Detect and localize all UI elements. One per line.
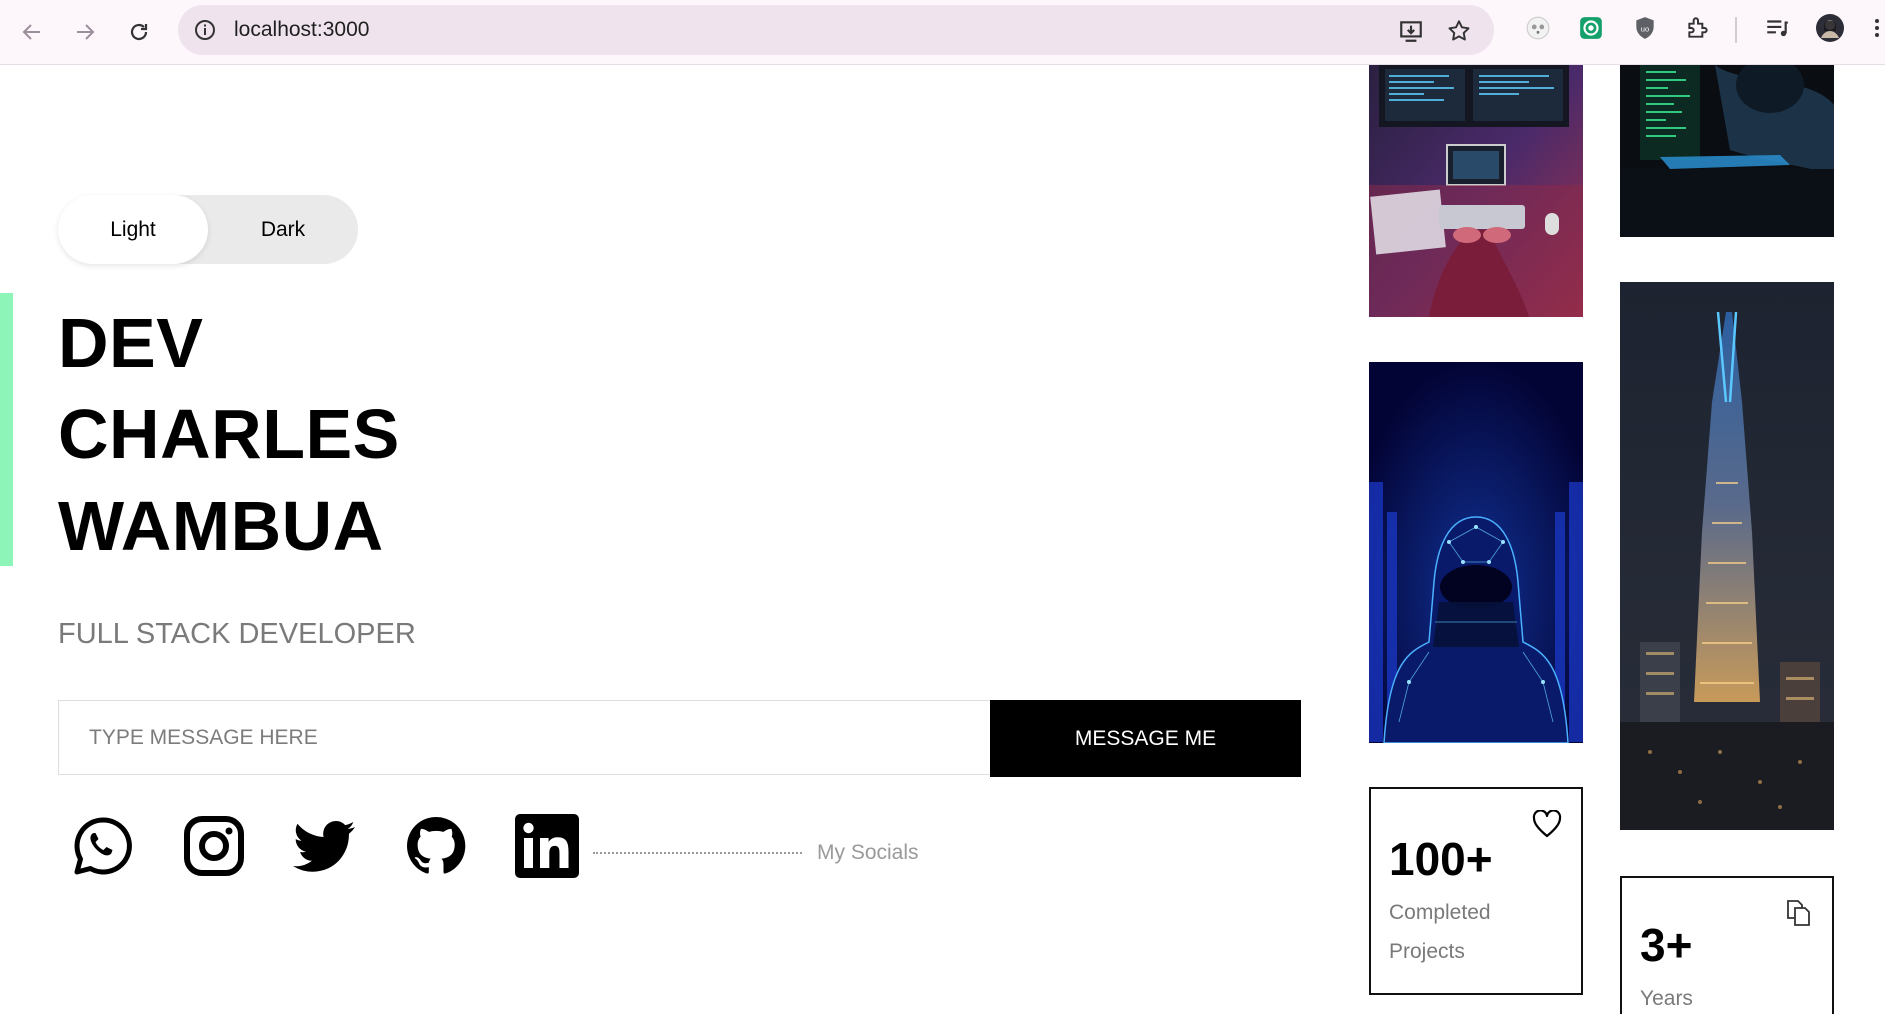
extensions-puzzle-icon[interactable] xyxy=(1684,14,1712,42)
hero-name-line-2: CHARLES xyxy=(58,395,400,473)
projects-count: 100+ xyxy=(1389,833,1493,885)
digital-hacker-image xyxy=(1369,362,1583,743)
svg-text:uo: uo xyxy=(1641,24,1649,33)
extension-green-icon[interactable] xyxy=(1577,14,1605,42)
portfolio-page: Light Dark DEV CHARLES WAMBUA FULL STACK… xyxy=(0,65,1885,1014)
twitter-link[interactable] xyxy=(289,810,361,882)
forward-button[interactable] xyxy=(65,12,105,52)
socials-divider xyxy=(593,852,802,854)
night-skyscraper-image xyxy=(1620,282,1834,830)
extension-shield-icon[interactable]: uo xyxy=(1631,14,1659,42)
linkedin-icon xyxy=(515,814,579,878)
reload-button[interactable] xyxy=(119,12,159,52)
years-label-line1: Years xyxy=(1640,987,1693,1010)
menu-dots-icon[interactable] xyxy=(1870,14,1884,42)
years-stat-card: 3+ Years xyxy=(1620,876,1834,1014)
address-bar[interactable]: localhost:3000 xyxy=(178,5,1494,55)
back-icon xyxy=(22,24,40,40)
hooded-hacker-image xyxy=(1620,65,1834,237)
browser-toolbar: localhost:3000 uo xyxy=(0,0,1885,65)
toolbar-separator xyxy=(1735,17,1737,43)
whatsapp-icon xyxy=(74,817,132,875)
role-subtitle: FULL STACK DEVELOPER xyxy=(58,618,416,650)
instagram-link[interactable] xyxy=(178,810,250,882)
github-link[interactable] xyxy=(400,810,472,882)
hero-name-line-1: DEV xyxy=(58,304,204,382)
documents-icon xyxy=(1787,900,1810,926)
accent-bar xyxy=(0,293,13,566)
forward-icon xyxy=(77,24,95,40)
developer-desk-image xyxy=(1369,65,1583,317)
years-count: 3+ xyxy=(1640,919,1693,971)
site-info-icon[interactable] xyxy=(193,18,217,42)
url-text[interactable]: localhost:3000 xyxy=(234,18,369,42)
projects-label-line2: Projects xyxy=(1389,940,1465,963)
github-icon xyxy=(407,816,466,874)
reload-icon xyxy=(130,23,148,41)
twitter-icon xyxy=(293,821,355,872)
message-me-button[interactable]: MESSAGE ME xyxy=(990,700,1301,777)
instagram-icon xyxy=(184,816,244,876)
back-button[interactable] xyxy=(12,12,52,52)
heart-icon[interactable] xyxy=(1532,810,1562,838)
theme-toggle[interactable]: Light Dark xyxy=(58,195,358,264)
theme-light-option[interactable]: Light xyxy=(58,195,208,264)
hero-name-line-3: WAMBUA xyxy=(58,487,384,565)
projects-stat-card: 100+ Completed Projects xyxy=(1369,787,1583,995)
theme-dark-option[interactable]: Dark xyxy=(208,195,358,264)
extension-panda-icon[interactable] xyxy=(1524,14,1552,42)
linkedin-link[interactable] xyxy=(511,810,583,882)
projects-label-line1: Completed xyxy=(1389,901,1491,924)
profile-avatar[interactable] xyxy=(1816,14,1844,42)
install-app-icon[interactable] xyxy=(1398,18,1424,44)
whatsapp-link[interactable] xyxy=(67,810,139,882)
bookmark-star-icon[interactable] xyxy=(1446,18,1472,44)
message-input[interactable] xyxy=(58,700,990,775)
socials-label: My Socials xyxy=(817,841,919,864)
media-queue-icon[interactable] xyxy=(1763,14,1791,42)
